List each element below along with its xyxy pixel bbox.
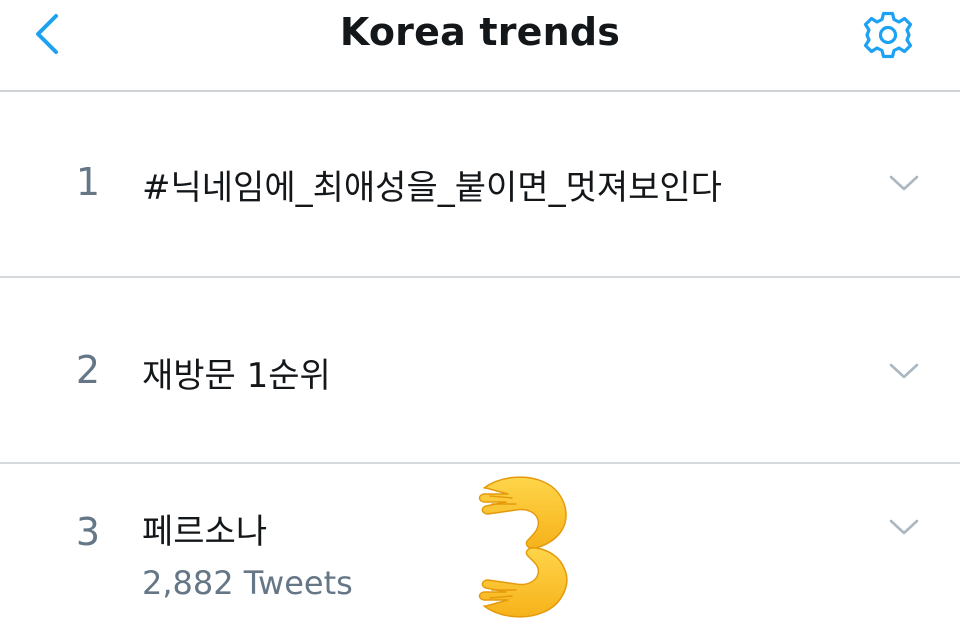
trend-name[interactable]: 재방문 1순위 [142,348,331,397]
trend-row-2[interactable]: 2 재방문 1순위 [0,278,960,464]
settings-button[interactable] [858,8,918,62]
trend-rank: 1 [75,160,101,204]
page-title: Korea trends [339,10,621,54]
trend-rank: 2 [75,348,101,392]
hands-3-emoji [478,476,568,618]
chevron-down-icon[interactable] [888,172,920,194]
trend-row-1[interactable]: 1 #닉네임에_최애성을_붙이면_멋져보인다 [0,92,960,278]
trend-rank: 3 [75,510,101,554]
chevron-down-icon[interactable] [888,516,920,538]
trend-name[interactable]: 페르소나 [142,504,267,553]
korea-trends-screen: Korea trends 1 #닉네임에_최애성을_붙이면_멋져보인다 2 재방… [0,0,960,637]
header-bar: Korea trends [0,0,960,92]
gear-icon [863,11,913,59]
tweet-count: 2,882 Tweets [142,564,353,602]
trend-name[interactable]: #닉네임에_최애성을_붙이면_멋져보인다 [142,160,722,209]
chevron-down-icon[interactable] [888,360,920,382]
